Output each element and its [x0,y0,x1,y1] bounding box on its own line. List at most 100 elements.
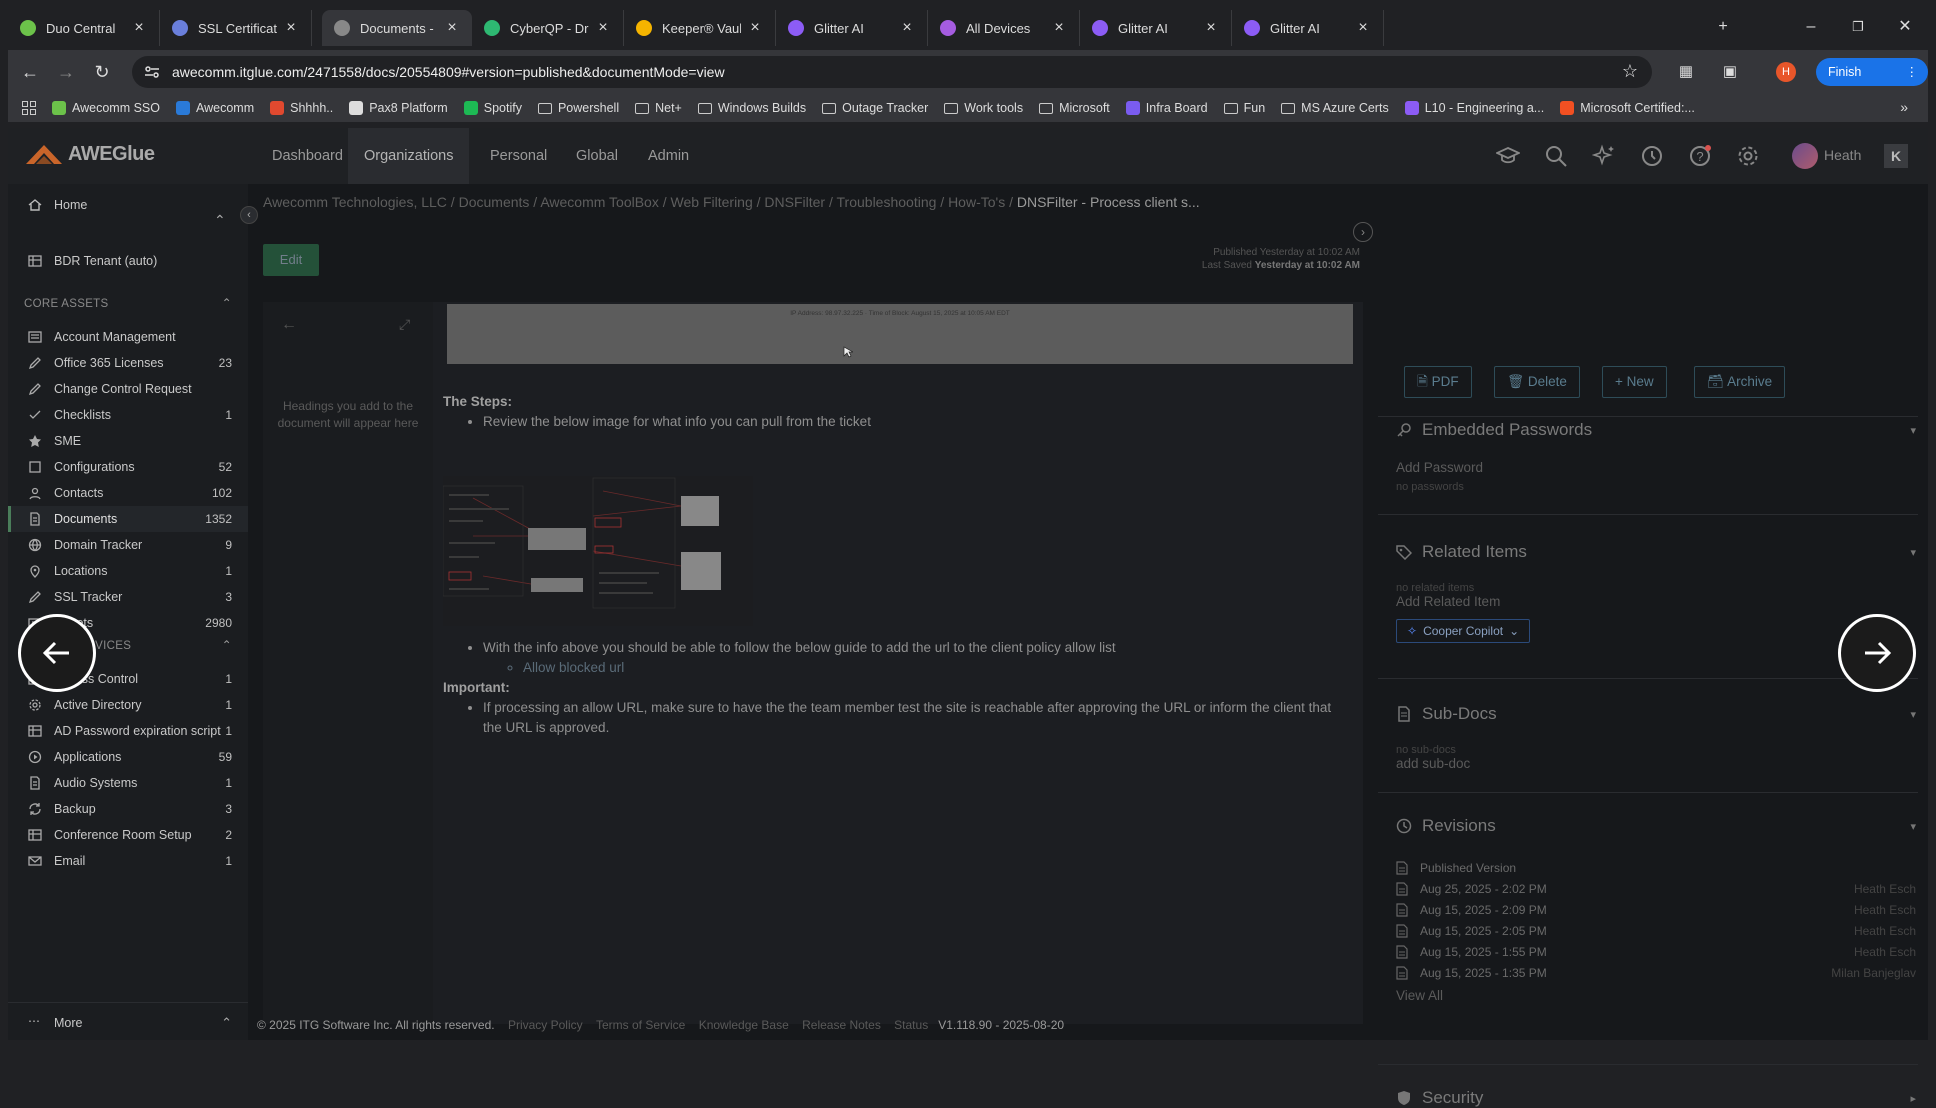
collapse-sidebar-button[interactable]: ‹ [240,206,258,224]
bookmark-item[interactable]: MS Azure Certs [1281,101,1389,115]
edit-button[interactable]: Edit [263,244,319,276]
close-tab-icon[interactable]: × [595,20,611,36]
search-icon[interactable] [1544,144,1568,168]
add-password-link[interactable]: Add Password [1396,460,1916,475]
caret-down-icon[interactable]: ▾ [1910,424,1916,437]
sidebar-item-configurations[interactable]: Configurations 52 [8,454,248,480]
restore-button[interactable]: ❐ [1843,12,1873,42]
reload-icon[interactable]: ↻ [88,58,116,86]
forward-icon[interactable]: → [52,58,80,86]
section-header[interactable]: Security [1396,1088,1916,1108]
close-tab-icon[interactable]: × [283,20,299,36]
sidebar-item-audio-systems[interactable]: Audio Systems 1 [8,770,248,796]
user-name[interactable]: Heath [1824,147,1861,163]
add-related-item-link[interactable]: Add Related Item [1396,594,1916,609]
bookmark-item[interactable]: Windows Builds [697,101,806,115]
revision-item[interactable]: Published Version [1396,858,1916,878]
section-core-assets[interactable]: CORE ASSETS ⌃ [24,296,232,310]
extensions-icon[interactable]: ▦ [1672,58,1700,86]
blocked-page-screenshot[interactable]: IP Address: 98.97.32.225 · Time of Block… [447,304,1353,364]
footer-link[interactable]: Knowledge Base [699,1018,789,1032]
bookmark-item[interactable]: Microsoft [1039,101,1110,115]
sidebar-item-sme[interactable]: SME [8,428,248,454]
overlay-prev-button[interactable] [18,614,96,692]
history-icon[interactable] [1640,144,1664,168]
close-tab-icon[interactable]: × [1203,20,1219,36]
tab-6[interactable]: Glitter AI × [776,10,928,46]
sidebar-item-office-365-licenses[interactable]: Office 365 Licenses 23 [8,350,248,376]
nav-personal[interactable]: Personal [474,128,563,184]
sidebar-item-documents[interactable]: Documents 1352 [8,506,248,532]
ticket-info-diagram[interactable] [443,476,753,626]
app-logo[interactable]: AWEGlue [24,142,155,166]
profile-avatar[interactable]: H [1776,62,1796,82]
allow-blocked-url-link[interactable]: Allow blocked url [523,658,1343,678]
bookmark-item[interactable]: Shhhh.. [270,101,333,115]
breadcrumb-link[interactable]: Troubleshooting / How-To's [837,194,1006,210]
sidebar-item-contacts[interactable]: Contacts 102 [8,480,248,506]
section-header[interactable]: Related Items [1396,542,1916,562]
new-button[interactable]: + New [1602,366,1667,398]
section-header[interactable]: Sub-Docs [1396,704,1916,724]
toc-back-icon[interactable]: ← [281,316,297,334]
sidebar-item-bdr-tenant-auto[interactable]: BDR Tenant (auto) [8,248,248,274]
sidebar-item-ad-password-expiration-script[interactable]: AD Password expiration script 1 [8,718,248,744]
back-icon[interactable]: ← [16,58,44,86]
sidebar-item-backup[interactable]: Backup 3 [8,796,248,822]
collapse-pinned-icon[interactable]: ⌃ [214,212,226,229]
finish-update-button[interactable]: Finish update⋮ [1816,58,1928,107]
sidebar-item-conference-room-setup[interactable]: Conference Room Setup 2 [8,822,248,848]
expand-icon[interactable]: ⤢ [399,316,410,333]
academy-icon[interactable] [1496,144,1520,168]
view-all-revisions-link[interactable]: View All [1396,988,1916,1003]
sidebar-item-home[interactable]: Home [8,192,248,218]
tab-9[interactable]: Glitter AI × [1232,10,1384,46]
caret-down-icon[interactable]: ▾ [1910,708,1916,721]
bookmark-item[interactable]: Fun [1223,101,1265,115]
kaseya-k-icon[interactable]: K [1884,144,1908,168]
footer-link[interactable]: Privacy Policy [508,1018,583,1032]
minimize-button[interactable]: – [1796,12,1826,42]
tab-3[interactable]: Documents - DNSFilte × [322,10,472,46]
caret-right-icon[interactable]: ▸ [1910,1092,1916,1105]
cast-icon[interactable]: ▣ [1716,58,1744,86]
revision-item[interactable]: Aug 15, 2025 - 1:55 PM Heath Esch [1396,942,1916,962]
sidebar-item-applications[interactable]: Applications 59 [8,744,248,770]
footer-link[interactable]: Status [894,1018,928,1032]
bookmark-item[interactable]: Net+ [635,101,682,115]
address-bar[interactable]: awecomm.itglue.com/2471558/docs/20554809… [132,56,1652,88]
nav-dashboard[interactable]: Dashboard [256,128,359,184]
apps-grid-icon[interactable] [22,101,36,115]
sidebar-item-ssl-tracker[interactable]: SSL Tracker 3 [8,584,248,610]
sidebar-item-email[interactable]: Email 1 [8,848,248,874]
close-tab-icon[interactable]: × [899,20,915,36]
bookmark-item[interactable]: Outage Tracker [822,101,928,115]
close-tab-icon[interactable]: × [444,20,460,36]
bookmark-item[interactable]: Pax8 Platform [349,101,448,115]
breadcrumb-link[interactable]: Awecomm Technologies, LLC [263,194,447,210]
close-tab-icon[interactable]: × [131,20,147,36]
nav-global[interactable]: Global [560,128,634,184]
user-avatar[interactable] [1792,143,1818,169]
caret-down-icon[interactable]: ▾ [1910,820,1916,833]
toggle-right-panel-button[interactable]: › [1353,222,1373,242]
bookmark-item[interactable]: Awecomm SSO [52,101,160,115]
tab-7[interactable]: All Devices × [928,10,1080,46]
site-info-icon[interactable] [144,64,160,80]
breadcrumb-link[interactable]: DNSFilter [764,194,825,210]
help-icon[interactable]: ? [1688,144,1712,168]
ai-sparkle-icon[interactable] [1592,144,1616,168]
breadcrumb-link[interactable]: Documents [459,194,530,210]
nav-organizations[interactable]: Organizations [348,128,470,184]
footer-link[interactable]: Terms of Service [596,1018,685,1032]
revision-item[interactable]: Aug 15, 2025 - 2:05 PM Heath Esch [1396,921,1916,941]
sidebar-item-locations[interactable]: Locations 1 [8,558,248,584]
settings-gear-icon[interactable] [1736,144,1760,168]
tab-5[interactable]: Keeper® Vault - hescl × [624,10,776,46]
revision-item[interactable]: Aug 15, 2025 - 2:09 PM Heath Esch [1396,900,1916,920]
breadcrumb-link[interactable]: Awecomm ToolBox [540,194,659,210]
close-window-button[interactable]: ✕ [1890,12,1920,42]
tab-2[interactable]: SSL Certificate | DNSF × [160,10,312,46]
sidebar-item-change-control-request[interactable]: Change Control Request [8,376,248,402]
sidebar-item-domain-tracker[interactable]: Domain Tracker 9 [8,532,248,558]
